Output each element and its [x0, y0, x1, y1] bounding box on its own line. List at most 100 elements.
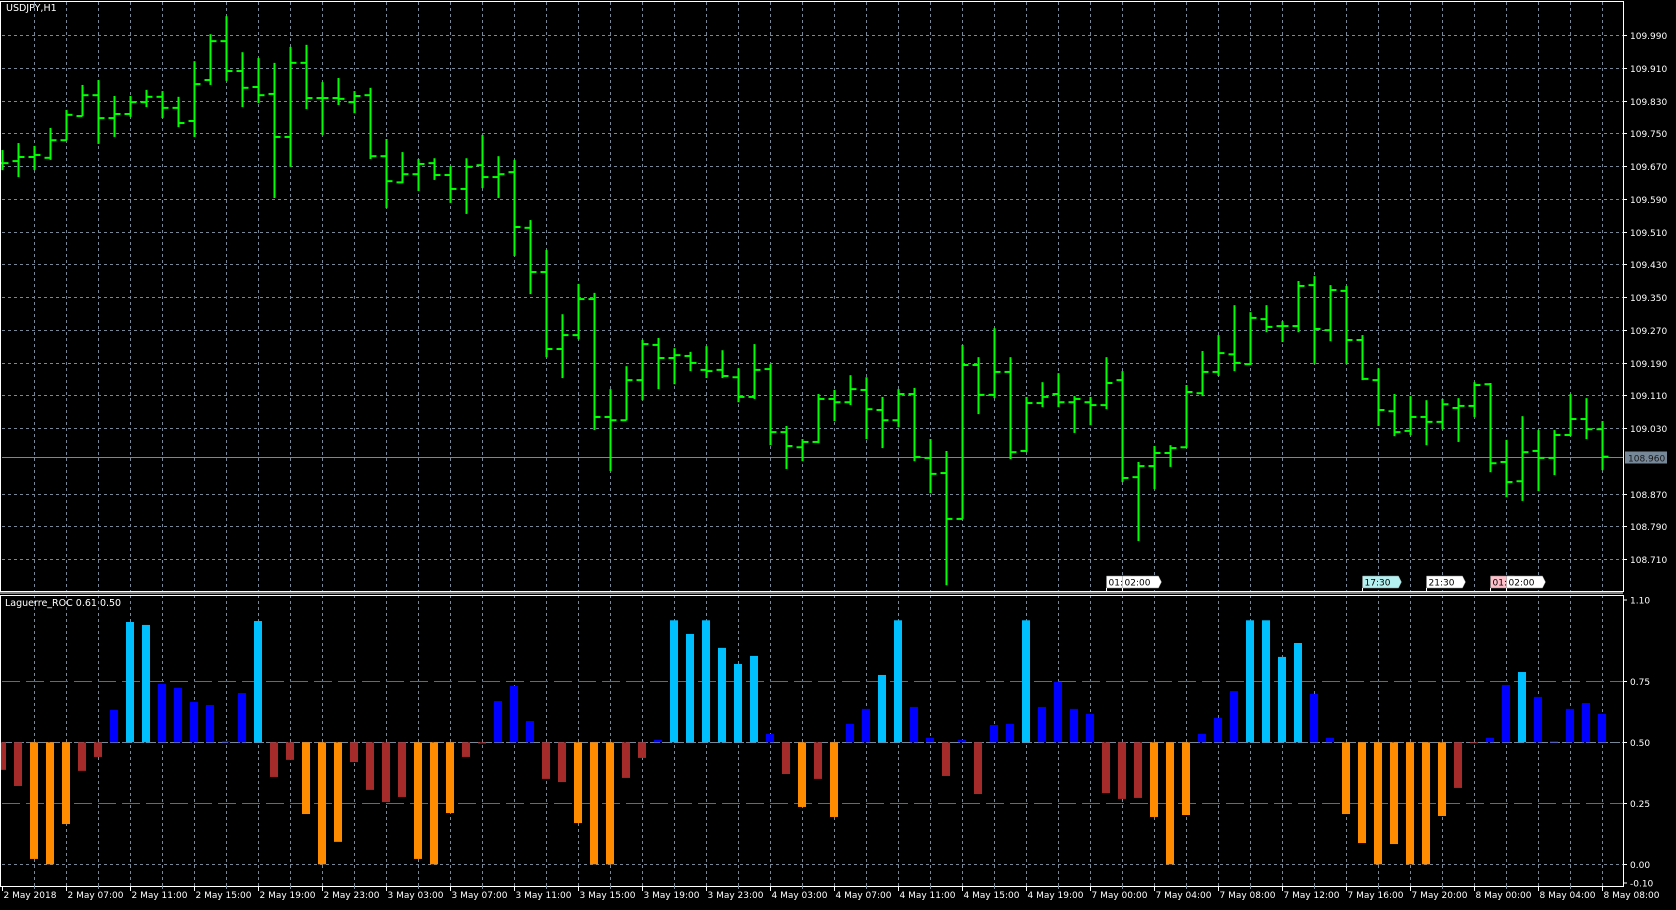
time-axis-label: 3 May 03:00 [388, 891, 444, 901]
price-axis-label: 109.510 [1630, 229, 1667, 239]
histogram-bar [1326, 737, 1334, 743]
ohlc-bar [1452, 398, 1465, 442]
histogram-bar [558, 742, 566, 783]
histogram-bar [654, 739, 662, 743]
histogram-bar [1422, 742, 1430, 865]
indicator-title: Laguerre_ROC 0.61 0.50 [5, 598, 122, 609]
histogram-bar [1022, 620, 1030, 743]
ohlc-bar [316, 82, 329, 135]
histogram-bar [430, 742, 438, 865]
ohlc-bar [44, 127, 57, 160]
price-bars [0, 16, 1609, 586]
histogram-bar [542, 742, 550, 779]
histogram-bar [78, 742, 86, 771]
histogram-bar [1214, 717, 1222, 743]
ohlc-bar [684, 351, 697, 372]
ohlc-bar [412, 159, 425, 191]
ohlc-bar [764, 364, 777, 446]
ohlc-bar [1228, 305, 1241, 372]
histogram-bar [622, 742, 630, 778]
ohlc-bar [1436, 398, 1449, 430]
time-axis-label: 7 May 08:00 [1220, 891, 1276, 901]
ohlc-bar [1196, 351, 1209, 397]
price-axis-label: 109.830 [1630, 98, 1667, 108]
ohlc-bar [1308, 276, 1321, 365]
ohlc-bar [332, 77, 345, 106]
ohlc-bar [1548, 430, 1561, 476]
indicator-axis-label: 1.10 [1630, 597, 1650, 607]
histogram-bar [158, 683, 166, 743]
histogram-bar [1150, 742, 1158, 817]
ohlc-bar [604, 389, 617, 472]
histogram-bar [238, 693, 246, 743]
ohlc-bar [1484, 382, 1497, 473]
ohlc-bar [1468, 382, 1481, 417]
histogram-bar [926, 737, 934, 743]
ohlc-bar [1372, 368, 1385, 426]
ohlc-bar [1100, 357, 1113, 410]
histogram-bar [366, 742, 374, 790]
trading-chart[interactable]: 109.990 109.910 109.830 109.750 109.670 109.5… [0, 0, 1676, 910]
histogram-bar [1502, 684, 1510, 743]
ohlc-bar [460, 158, 473, 214]
ohlc-bar [620, 366, 633, 422]
histogram-bar [846, 724, 854, 743]
ohlc-bar [1084, 396, 1097, 426]
histogram-bar [750, 655, 758, 743]
ohlc-bar [12, 143, 25, 178]
histogram-bar [782, 742, 790, 775]
ohlc-bar [1180, 385, 1193, 449]
ohlc-bar [428, 158, 441, 180]
histogram-bar [894, 620, 902, 743]
price-axis-label: 109.910 [1630, 65, 1667, 75]
price-axis-label: 109.590 [1630, 196, 1667, 206]
ohlc-bar [668, 348, 681, 385]
ohlc-bar [636, 340, 649, 401]
time-axis-label: 7 May 00:00 [1092, 891, 1148, 901]
ohlc-bar [268, 62, 281, 198]
histogram-bar [1070, 708, 1078, 743]
histogram-bar [206, 704, 214, 743]
histogram-bar [638, 742, 646, 758]
ohlc-bar [1212, 335, 1225, 377]
flag-label: 02:00 [1509, 579, 1535, 589]
histogram-bar [1294, 642, 1302, 743]
price-axis-label: 108.710 [1630, 556, 1667, 566]
ohlc-bar [972, 357, 985, 415]
ohlc-bar [348, 91, 361, 114]
ohlc-bar [204, 34, 217, 85]
ohlc-bar [1004, 357, 1017, 460]
histogram-bar [1166, 742, 1174, 865]
price-axis-label: 108.870 [1630, 491, 1667, 501]
ohlc-bar [1500, 439, 1513, 498]
ohlc-bar [1132, 462, 1145, 542]
ohlc-bar [1036, 382, 1049, 408]
price-axis-label: 108.790 [1630, 523, 1667, 533]
time-axis-label: 4 May 19:00 [1028, 891, 1084, 901]
indicator-axis-label: -0.10 [1630, 880, 1654, 890]
symbol-title: USDJPY,H1 [6, 3, 57, 14]
histogram-bar [478, 742, 486, 744]
ohlc-bar [364, 87, 377, 160]
indicator-axis-label: 0.75 [1630, 678, 1650, 688]
histogram-bar [1550, 741, 1558, 743]
histogram-bar [1598, 713, 1606, 743]
ohlc-bar [748, 344, 761, 399]
time-axis-label: 7 May 12:00 [1284, 891, 1340, 901]
ohlc-bar [1052, 373, 1065, 408]
ohlc-bar [1404, 396, 1417, 435]
ohlc-bar [492, 156, 505, 198]
ohlc-bar [1148, 446, 1161, 490]
histogram-bar [1566, 708, 1574, 743]
ohlc-bar [844, 375, 857, 406]
histogram-bar [574, 742, 582, 824]
time-marker-flag: 17:30 [1362, 575, 1402, 591]
histogram-bar [382, 742, 390, 803]
price-axis-label: 109.430 [1630, 261, 1667, 271]
ohlc-bar [1020, 396, 1033, 453]
ohlc-bar [124, 96, 137, 117]
histogram-bar [878, 674, 886, 743]
ohlc-bar [540, 249, 553, 358]
histogram-bar [1438, 742, 1446, 816]
histogram-bar [590, 742, 598, 865]
